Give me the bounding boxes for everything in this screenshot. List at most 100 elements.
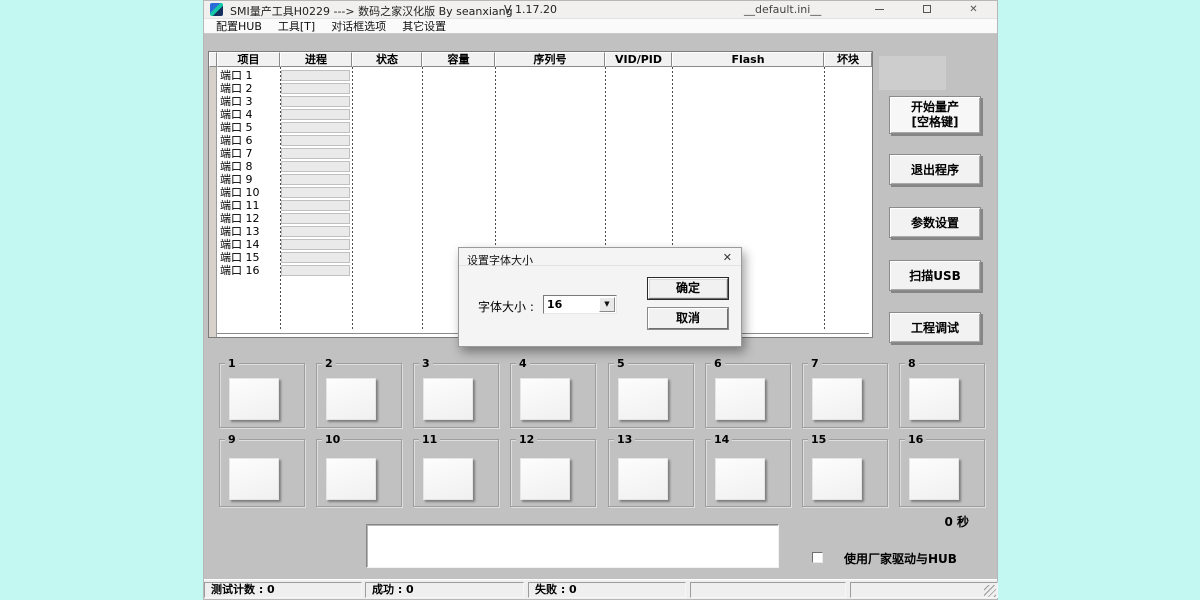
dialog-titlebar: 设置字体大小 ✕ (459, 248, 741, 266)
minimize-icon[interactable] (856, 1, 903, 19)
status-fail: 失败 : 0 (528, 582, 686, 598)
parameter-settings-button[interactable]: 参数设置 (889, 207, 981, 238)
table-row[interactable]: 端口 8 (209, 160, 872, 173)
slot-number: 16 (905, 433, 926, 446)
table-row[interactable]: 端口 10 (209, 186, 872, 199)
font-size-dialog: 设置字体大小 ✕ 字体大小 : 16 ▼ 确定 取消 (458, 247, 742, 347)
chevron-down-icon[interactable]: ▼ (599, 297, 615, 312)
slot-number: 7 (808, 357, 822, 370)
font-size-combobox[interactable]: 16 ▼ (543, 295, 617, 314)
slot-number: 8 (905, 357, 919, 370)
status-empty-1 (690, 582, 846, 598)
column-header-flash[interactable]: Flash (672, 52, 824, 67)
column-header-capacity[interactable]: 容量 (422, 52, 495, 67)
log-textbox[interactable] (366, 524, 779, 568)
slot-group-16: 16 (899, 439, 985, 507)
table-row[interactable]: 端口 4 (209, 108, 872, 121)
slot-group-6: 6 (705, 363, 791, 428)
slot-led (520, 378, 570, 420)
column-header-spacer (209, 52, 217, 67)
column-header-item[interactable]: 项目 (217, 52, 280, 67)
version-label: V 1.17.20 (504, 3, 557, 16)
menu-other-settings[interactable]: 其它设置 (394, 18, 454, 34)
progress-bar (281, 70, 350, 81)
progress-bar (281, 200, 350, 211)
slot-group-15: 15 (802, 439, 888, 507)
exit-button[interactable]: 退出程序 (889, 154, 981, 185)
slot-group-4: 4 (510, 363, 596, 428)
status-success: 成功 : 0 (365, 582, 524, 598)
slot-led (812, 458, 862, 500)
cancel-button[interactable]: 取消 (648, 308, 728, 329)
slot-led (229, 458, 279, 500)
progress-bar (281, 122, 350, 133)
table-row[interactable]: 端口 2 (209, 82, 872, 95)
slot-led (520, 458, 570, 500)
slot-group-8: 8 (899, 363, 985, 428)
start-button-line2: [空格键] (890, 115, 980, 130)
table-row[interactable]: 端口 7 (209, 147, 872, 160)
slot-group-11: 11 (413, 439, 499, 507)
progress-bar (281, 226, 350, 237)
table-header: 项目 进程 状态 容量 序列号 VID/PID Flash 坏块 (209, 52, 872, 67)
table-row[interactable]: 端口 9 (209, 173, 872, 186)
port-name: 端口 7 (220, 147, 253, 160)
window-title: SMI量产工具H0229 ---> 数码之家汉化版 By seanxiang (230, 3, 513, 19)
menu-dialog-options[interactable]: 对话框选项 (323, 18, 394, 34)
slot-led (618, 458, 668, 500)
resize-grip-icon[interactable] (984, 585, 996, 597)
slot-group-5: 5 (608, 363, 694, 428)
table-row[interactable]: 端口 11 (209, 199, 872, 212)
slot-group-9: 9 (219, 439, 305, 507)
font-size-value: 16 (547, 298, 562, 311)
elapsed-seconds-label: 0 秒 (944, 513, 969, 530)
slot-number: 11 (419, 433, 440, 446)
table-row[interactable]: 端口 1 (209, 69, 872, 82)
table-row[interactable]: 端口 12 (209, 212, 872, 225)
table-row[interactable]: 端口 5 (209, 121, 872, 134)
column-header-status[interactable]: 状态 (352, 52, 422, 67)
close-icon[interactable]: ✕ (950, 1, 997, 19)
slot-number: 12 (516, 433, 537, 446)
slot-led (423, 378, 473, 420)
slot-number: 3 (419, 357, 433, 370)
progress-bar (281, 174, 350, 185)
slot-group-2: 2 (316, 363, 402, 428)
port-name: 端口 8 (220, 160, 253, 173)
vendor-driver-hub-label: 使用厂家驱动与HUB (844, 550, 957, 567)
statusbar: 测试计数 : 0 成功 : 0 失败 : 0 (204, 579, 997, 599)
port-name: 端口 1 (220, 69, 253, 82)
table-row[interactable]: 端口 13 (209, 225, 872, 238)
dialog-close-icon[interactable]: ✕ (723, 251, 732, 264)
ok-button[interactable]: 确定 (648, 278, 728, 299)
scan-usb-button[interactable]: 扫描USB (889, 260, 981, 291)
column-header-progress[interactable]: 进程 (280, 52, 352, 67)
progress-bar (281, 109, 350, 120)
dialog-title: 设置字体大小 (467, 252, 533, 268)
start-production-button[interactable]: 开始量产 [空格键] (889, 96, 981, 134)
menu-tools[interactable]: 工具[T] (270, 18, 323, 34)
progress-bar (281, 96, 350, 107)
port-name: 端口 3 (220, 95, 253, 108)
slot-group-14: 14 (705, 439, 791, 507)
slot-led (423, 458, 473, 500)
slot-group-10: 10 (316, 439, 402, 507)
table-row[interactable]: 端口 6 (209, 134, 872, 147)
engineering-debug-button[interactable]: 工程调试 (889, 312, 981, 343)
column-header-serial[interactable]: 序列号 (495, 52, 605, 67)
maximize-icon[interactable] (903, 1, 950, 19)
table-row[interactable]: 端口 3 (209, 95, 872, 108)
port-name: 端口 2 (220, 82, 253, 95)
column-header-badblock[interactable]: 坏块 (824, 52, 872, 67)
window-controls: ✕ (856, 1, 997, 19)
slot-number: 10 (322, 433, 343, 446)
slot-number: 6 (711, 357, 725, 370)
port-name: 端口 16 (220, 264, 260, 277)
menu-config-hub[interactable]: 配置HUB (208, 18, 270, 34)
slot-number: 1 (225, 357, 239, 370)
slot-led (715, 378, 765, 420)
progress-bar (281, 252, 350, 263)
vendor-driver-hub-checkbox[interactable] (812, 552, 823, 563)
column-header-vidpid[interactable]: VID/PID (605, 52, 672, 67)
port-name: 端口 13 (220, 225, 260, 238)
